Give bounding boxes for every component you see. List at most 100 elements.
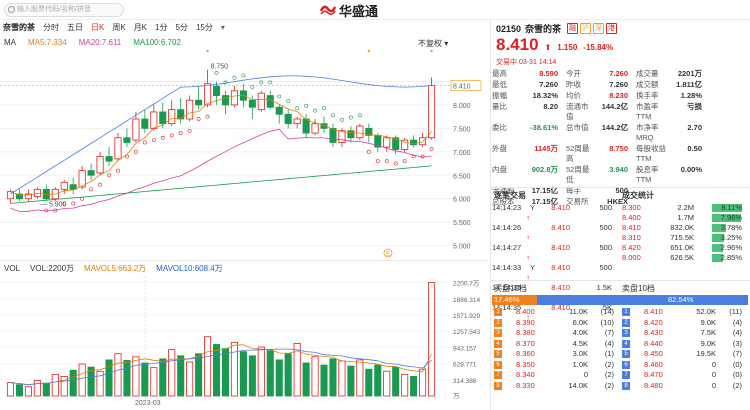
sar-dot bbox=[116, 168, 120, 173]
quote-label: 今开 bbox=[566, 69, 581, 78]
divider bbox=[0, 260, 488, 261]
order-count: (2) bbox=[604, 380, 614, 390]
sar-dot bbox=[295, 106, 300, 111]
trade-price: 8.410 bbox=[551, 283, 570, 292]
order-row[interactable]: 4 8.440 9.0K (3) bbox=[622, 339, 746, 350]
quote-label: 52周最低 bbox=[566, 165, 590, 184]
order-row[interactable]: 8 8.330 14.0K (2) bbox=[494, 381, 618, 392]
search-input[interactable]: 输入股票代码/名称/拼音 bbox=[4, 3, 124, 17]
volume-bar bbox=[248, 355, 256, 397]
volume-chart[interactable] bbox=[0, 276, 450, 400]
order-row[interactable]: 7 8.470 0 (0) bbox=[622, 370, 746, 381]
ma5-line bbox=[10, 94, 432, 196]
order-count: (2) bbox=[604, 359, 614, 369]
order-row[interactable]: 2 8.420 9.0K (4) bbox=[622, 318, 746, 329]
volume-bar bbox=[427, 282, 436, 397]
candle bbox=[257, 92, 265, 111]
order-price: 8.450 bbox=[644, 349, 663, 358]
volume-bar bbox=[266, 350, 274, 397]
order-row[interactable]: 1 8.400 11.0K (14) bbox=[494, 307, 618, 318]
stats-bar: 2.85% bbox=[694, 253, 746, 263]
tab-period-4[interactable]: 月K bbox=[134, 22, 147, 33]
order-row[interactable]: 3 8.380 4.0K (7) bbox=[494, 328, 618, 339]
stats-list: 8.300 2.2M 8.11% 8.400 1.7M 7.96% 8.410 832.0K 3… bbox=[622, 203, 748, 263]
sar-dot bbox=[429, 147, 434, 151]
order-price: 8.440 bbox=[644, 338, 663, 348]
quote-label: 市盈率TTM bbox=[636, 102, 659, 121]
sar-dot bbox=[89, 187, 94, 192]
order-row[interactable]: 7 8.340 0 (2) bbox=[494, 370, 618, 381]
order-row[interactable]: 6 8.350 1.0K (2) bbox=[494, 360, 618, 371]
quote-value: 0.50 bbox=[687, 144, 702, 153]
candle bbox=[356, 125, 364, 139]
bid-title: 买盘10档 bbox=[494, 284, 527, 293]
tab-period-0[interactable]: 分时 bbox=[43, 22, 59, 33]
quote-value: 1.28% bbox=[680, 91, 702, 100]
trade-volume: 500 bbox=[599, 203, 612, 212]
candle bbox=[141, 118, 149, 129]
volume-bar bbox=[374, 364, 382, 397]
order-row[interactable]: 6 8.460 0 (0) bbox=[622, 360, 746, 371]
candle bbox=[248, 99, 256, 108]
stats-volume: 651.0K bbox=[670, 243, 694, 252]
sar-dot bbox=[142, 140, 147, 145]
order-row[interactable]: 8 8.480 0 (2) bbox=[622, 381, 746, 392]
order-row[interactable]: 5 8.360 3.0K (1) bbox=[494, 349, 618, 360]
order-row[interactable]: 1 8.410 52.0K (11) bbox=[622, 307, 746, 318]
level-badge: 5 bbox=[622, 350, 630, 359]
quote-value: 2.70 bbox=[687, 123, 702, 132]
candle bbox=[419, 137, 427, 146]
quote-value: 8.590 bbox=[539, 69, 558, 78]
stats-price: 8.410 bbox=[622, 223, 641, 232]
quote-header: 02150 奈雪的茶 融沪深港 bbox=[496, 22, 618, 35]
vol-value: VOL:2200万 bbox=[30, 263, 75, 273]
volume-bar bbox=[150, 367, 158, 397]
up-arrow-icon: ⬆ bbox=[544, 43, 552, 52]
volume-bar bbox=[329, 358, 337, 397]
tab-period-5[interactable]: 1分 bbox=[155, 22, 167, 33]
order-price: 8.400 bbox=[516, 307, 535, 316]
ma-legend: MA MA5:7.334 MA20:7.611 MA100:6.702 bbox=[0, 36, 488, 48]
candle bbox=[33, 188, 41, 197]
order-row[interactable]: 5 8.450 19.5K (7) bbox=[622, 349, 746, 360]
level-badge: 5 bbox=[494, 350, 502, 359]
quote-value: 8.230 bbox=[609, 91, 628, 100]
order-row[interactable]: 4 8.370 4.5K (4) bbox=[494, 339, 618, 350]
stats-bar: 3.25% bbox=[694, 233, 746, 243]
quote-value: -38.61% bbox=[530, 123, 558, 132]
mavol10-value: MAVOL10:608.4万 bbox=[156, 263, 223, 273]
tab-period-2[interactable]: 日K bbox=[91, 22, 104, 33]
volume-bar bbox=[311, 356, 319, 397]
quote-value: 亏损 bbox=[687, 102, 702, 111]
order-price: 8.390 bbox=[516, 317, 535, 327]
volume-bar bbox=[239, 351, 247, 397]
order-volume: 0 bbox=[583, 370, 588, 379]
candle bbox=[195, 99, 203, 106]
sar-dot bbox=[402, 159, 407, 164]
candle bbox=[60, 181, 68, 190]
volume-tick: 1571.929 bbox=[453, 313, 480, 320]
sar-dot bbox=[160, 135, 165, 140]
tab-period-3[interactable]: 周K bbox=[112, 22, 125, 33]
order-price: 8.480 bbox=[644, 380, 663, 390]
stats-bar: 8.11% bbox=[694, 203, 746, 213]
candle bbox=[159, 111, 167, 125]
level-badge: 8 bbox=[622, 381, 630, 390]
chevron-down-icon[interactable]: ▾ bbox=[221, 23, 225, 32]
quote-value: 7.260 bbox=[609, 69, 628, 78]
level-badge: 1 bbox=[494, 308, 502, 317]
order-row[interactable]: 3 8.430 7.5K (4) bbox=[622, 328, 746, 339]
order-row[interactable]: 2 8.390 6.0K (10) bbox=[494, 318, 618, 329]
order-price: 8.360 bbox=[516, 349, 535, 358]
tab-period-6[interactable]: 5分 bbox=[175, 22, 187, 33]
dividend-dot bbox=[367, 49, 371, 53]
tab-period-7[interactable]: 15分 bbox=[196, 22, 213, 33]
candlestick-chart[interactable]: 8.750 — 5.900 E bbox=[0, 48, 450, 258]
level-badge: 2 bbox=[494, 318, 502, 327]
tab-period-1[interactable]: 五日 bbox=[67, 22, 83, 33]
up-arrow-icon: ↑ bbox=[526, 273, 530, 282]
stock-tag: 沪 bbox=[580, 23, 592, 34]
volume-bar bbox=[51, 373, 59, 397]
sar-dot bbox=[331, 113, 335, 118]
price-tick: 6.000 bbox=[453, 197, 471, 204]
